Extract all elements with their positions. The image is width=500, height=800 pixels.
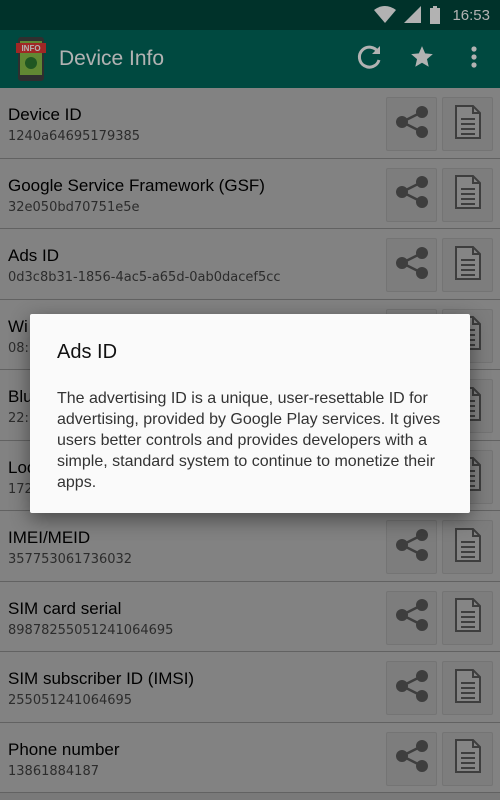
app-logo: INFO (16, 37, 46, 81)
dialog-message: The advertising ID is a unique, user-res… (57, 390, 441, 491)
status-bar: 16:53 (0, 0, 500, 30)
star-icon (409, 44, 435, 75)
favorite-button[interactable] (396, 33, 448, 85)
status-time: 16:53 (452, 6, 490, 24)
info-dialog: Ads ID The advertising ID is a unique, u… (30, 314, 470, 513)
overflow-menu-button[interactable] (448, 33, 500, 85)
refresh-button[interactable] (344, 33, 396, 85)
app-toolbar: INFO Device Info (0, 30, 500, 88)
more-vert-icon (470, 45, 478, 74)
wifi-icon (374, 6, 397, 24)
signal-icon (404, 6, 422, 24)
refresh-icon (357, 44, 383, 75)
logo-text: INFO (21, 44, 40, 53)
app-title: Device Info (59, 47, 165, 70)
battery-icon (430, 6, 441, 24)
dialog-title: Ads ID (57, 341, 118, 363)
